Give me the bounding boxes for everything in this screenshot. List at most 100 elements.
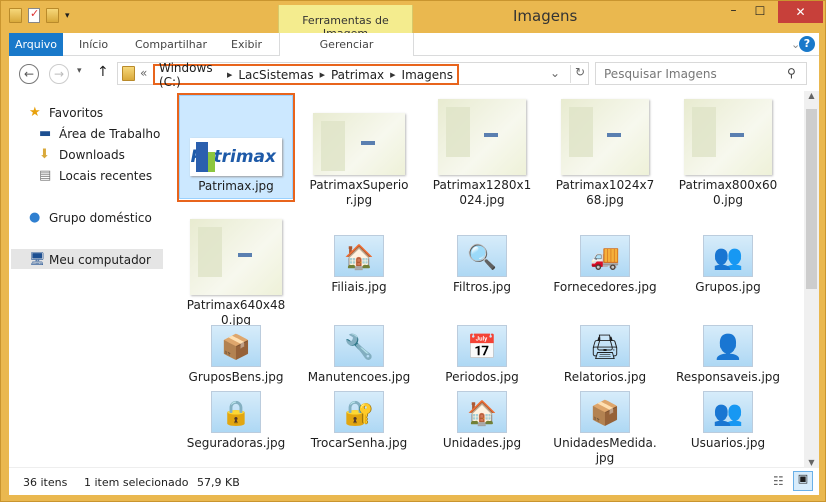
file-name: Responsaveis.jpg — [675, 370, 781, 384]
file-name: TrocarSenha.jpg — [310, 436, 408, 450]
file-name: Periodos.jpg — [445, 370, 519, 384]
tab-gerenciar[interactable]: Gerenciar — [279, 33, 414, 56]
breadcrumb-lacsistemas[interactable]: LacSistemas — [238, 68, 313, 82]
sidebar-item-label: Grupo doméstico — [49, 210, 152, 225]
tab-arquivo[interactable]: Arquivo — [9, 33, 63, 56]
selection-size: 57,9 KB — [197, 476, 240, 489]
file-item[interactable]: 📦 GruposBens.jpg — [179, 321, 293, 389]
sidebar-item-label: Favoritos — [49, 105, 104, 120]
file-item[interactable]: 🔧 Manutencoes.jpg — [302, 321, 416, 389]
file-item[interactable]: 📦 UnidadesMedida.jpg — [548, 387, 662, 470]
file-item[interactable]: 👥 Grupos.jpg — [671, 231, 785, 299]
close-button[interactable]: ✕ — [778, 1, 823, 23]
folder-icon — [122, 66, 135, 81]
sidebar-item[interactable]: ★ Favoritos — [29, 105, 103, 120]
forward-button[interactable]: → — [49, 64, 69, 84]
file-item[interactable]: 📅 Periodos.jpg — [425, 321, 539, 389]
sidebar-item[interactable]: ▬ Área de Trabalho — [39, 126, 160, 141]
image-thumbnail: 🏠 — [334, 235, 384, 277]
tab-compartilhar[interactable]: Compartilhar — [135, 33, 207, 56]
recent-locations-button[interactable]: ▾ — [77, 66, 82, 76]
selection-info: 1 item selecionado — [84, 476, 189, 489]
file-item[interactable]: PatrimaxSuperior.jpg — [302, 95, 416, 212]
file-item[interactable]: 🏠 Filiais.jpg — [302, 231, 416, 299]
file-item[interactable]: Patrimax800x600.jpg — [671, 95, 785, 212]
sidebar-item[interactable]: ▤ Locais recentes — [39, 168, 152, 183]
tab-exibir[interactable]: Exibir — [231, 33, 262, 56]
file-glyph: 🔧 — [344, 333, 374, 361]
overflow-icon[interactable]: « — [140, 66, 147, 80]
file-item[interactable]: 🔍 Filtros.jpg — [425, 231, 539, 299]
file-grid: Patrimax Patrimax.jpg PatrimaxSuperior.jpg… — [167, 91, 801, 467]
file-item[interactable]: 🔒 Seguradoras.jpg — [179, 387, 293, 455]
file-name: Manutencoes.jpg — [307, 370, 411, 384]
file-glyph: 🖨 — [589, 333, 621, 361]
breadcrumb: Windows (C:) ▶ LacSistemas ▶ Patrimax ▶ Ima… — [153, 61, 459, 89]
item-count: 36 itens — [23, 476, 68, 489]
file-item[interactable]: 👥 Usuarios.jpg — [671, 387, 785, 455]
file-item[interactable]: 🚚 Fornecedores.jpg — [548, 231, 662, 299]
image-thumbnail: 👥 — [703, 391, 753, 433]
up-button[interactable]: ↑ — [97, 64, 109, 80]
image-thumbnail: 🚚 — [580, 235, 630, 277]
scrollbar-thumb[interactable] — [806, 109, 817, 289]
title-bar: ▾ Ferramentas de Imagem Imagens – ☐ ✕ — [1, 1, 826, 55]
file-item[interactable]: Patrimax1280x1024.jpg — [425, 95, 539, 212]
properties-icon[interactable] — [28, 7, 40, 23]
file-name: Grupos.jpg — [695, 280, 761, 294]
file-item[interactable]: 🏠 Unidades.jpg — [425, 387, 539, 455]
sidebar-item-label: Downloads — [59, 147, 125, 162]
file-item[interactable]: Patrimax1024x768.jpg — [548, 95, 662, 212]
explorer-window: ▾ Ferramentas de Imagem Imagens – ☐ ✕ Ar… — [0, 0, 826, 502]
file-glyph: 🔒 — [221, 399, 251, 427]
content-area: ★ Favoritos ▬ Área de Trabalho ⬇ Downloads ▤ Lo… — [9, 91, 819, 467]
minimize-button[interactable]: – — [721, 1, 746, 23]
file-item[interactable]: 🔐 TrocarSenha.jpg — [302, 387, 416, 455]
maximize-button[interactable]: ☐ — [746, 1, 774, 23]
help-icon[interactable]: ? — [799, 36, 815, 52]
image-thumbnail — [561, 99, 649, 175]
image-thumbnail: 🖨 — [580, 325, 630, 367]
breadcrumb-windows-c[interactable]: Windows (C:) — [159, 61, 221, 89]
file-item[interactable]: Patrimax640x480.jpg — [179, 215, 293, 332]
breadcrumb-patrimax[interactable]: Patrimax — [331, 68, 384, 82]
tab-inicio[interactable]: Início — [79, 33, 108, 56]
status-bar: 36 itens 1 item selecionado 57,9 KB ☷ ▣ — [9, 467, 819, 495]
image-thumbnail — [684, 99, 772, 175]
search-input[interactable]: Pesquisar Imagens — [595, 62, 807, 85]
sidebar-item[interactable]: ⬇ Downloads — [39, 147, 125, 162]
file-name: PatrimaxSuperior.jpg — [309, 178, 409, 207]
scroll-up-icon[interactable]: ▲ — [804, 91, 819, 100]
file-name: Seguradoras.jpg — [186, 436, 286, 450]
address-dropdown-icon[interactable]: ⌄ — [550, 66, 560, 80]
image-thumbnail — [313, 113, 405, 175]
ribbon-tabs: Arquivo Início Compartilhar Exibir Geren… — [9, 33, 819, 56]
details-view-icon[interactable]: ☷ — [773, 474, 784, 488]
sidebar-item-label: Área de Trabalho — [59, 126, 161, 141]
search-icon[interactable]: ⚲ — [787, 66, 796, 80]
file-glyph: 📅 — [467, 333, 497, 361]
refresh-button[interactable]: ↻ — [570, 65, 585, 83]
folder-icon[interactable] — [9, 8, 22, 23]
large-icons-view-icon[interactable]: ▣ — [793, 471, 813, 491]
chevron-right-icon[interactable]: ▶ — [227, 71, 232, 79]
breadcrumb-imagens[interactable]: Imagens — [402, 68, 453, 82]
file-item[interactable]: 👤 Responsaveis.jpg — [671, 321, 785, 389]
star-icon: ★ — [29, 105, 41, 120]
chevron-right-icon[interactable]: ▶ — [390, 71, 395, 79]
file-glyph: 👥 — [713, 243, 743, 271]
back-button[interactable]: ← — [19, 64, 39, 84]
scroll-down-icon[interactable]: ▼ — [804, 458, 819, 467]
image-thumbnail — [190, 219, 282, 295]
chevron-right-icon[interactable]: ▶ — [320, 71, 325, 79]
new-folder-icon[interactable] — [46, 8, 59, 23]
image-thumbnail: 📦 — [211, 325, 261, 367]
customize-toolbar-icon[interactable]: ▾ — [65, 11, 70, 21]
downloads-icon: ⬇ — [39, 147, 50, 162]
file-glyph: 🔐 — [344, 399, 374, 427]
file-item[interactable]: 🖨 Relatorios.jpg — [548, 321, 662, 389]
window-title: Imagens — [513, 7, 578, 25]
sidebar-item[interactable]: ● Grupo doméstico — [29, 210, 152, 225]
sidebar-item[interactable]: 🖥 Meu computador — [29, 252, 151, 267]
file-glyph: 🏠 — [344, 243, 374, 271]
